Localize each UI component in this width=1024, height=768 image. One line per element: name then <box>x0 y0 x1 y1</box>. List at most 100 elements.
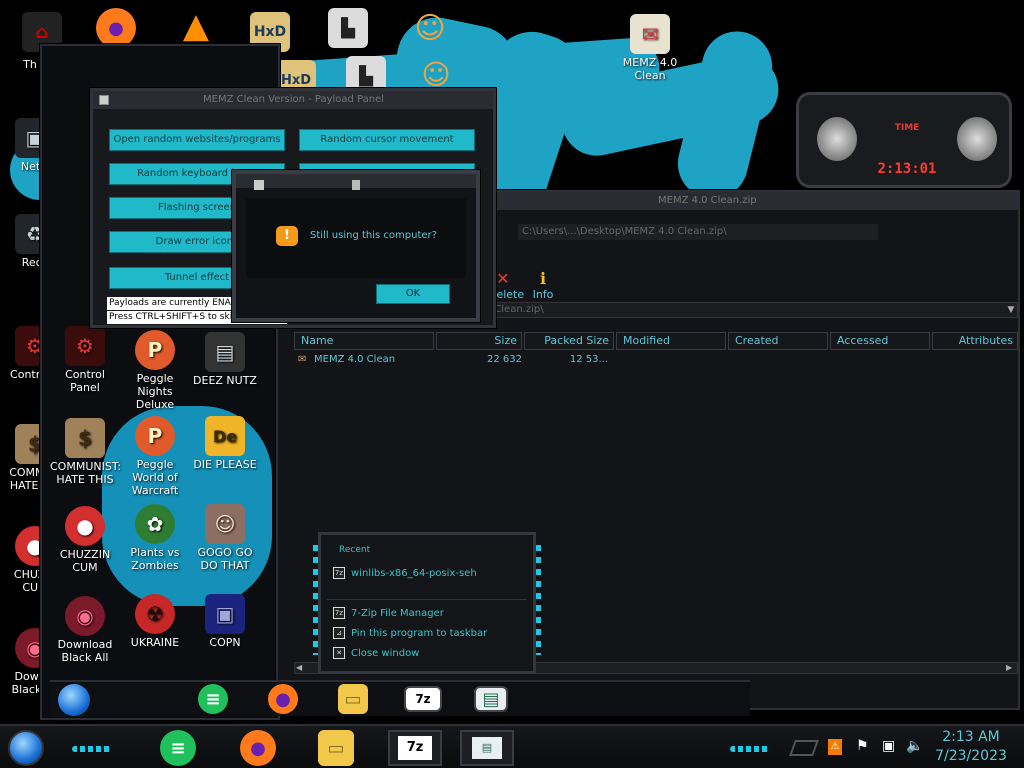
table-row[interactable]: ✉ MEMZ 4.0 Clean 22 632 12 53... <box>294 354 624 370</box>
dialog-body: ! Still using this computer? <box>246 198 466 278</box>
alien-icon-left <box>817 117 857 161</box>
ghost-firefox-icon: ● <box>268 684 298 714</box>
inner-icon-peggle-nights[interactable]: P Peggle Nights Deluxe <box>120 330 190 411</box>
column-header-accessed[interactable]: Accessed <box>830 332 930 350</box>
column-header-modified[interactable]: Modified <box>616 332 726 350</box>
taskbar-clock[interactable]: 2:13 AM 7/23/2023 <box>926 728 1016 766</box>
row-name: MEMZ 4.0 Clean <box>314 354 396 365</box>
jump-list-close-window[interactable]: ✕ Close window <box>333 645 419 663</box>
inner-icon-control-panel[interactable]: ⚙ Control Panel <box>50 326 120 394</box>
jump-list-side-left <box>313 545 318 655</box>
app-icon[interactable]: ▙ <box>328 8 368 48</box>
jump-list-divider <box>327 599 527 600</box>
column-header-size[interactable]: Size <box>436 332 522 350</box>
label: CHUZZIN CUM <box>59 548 111 574</box>
label: winlibs-x86_64-posix-seh <box>351 568 477 579</box>
column-header-packed-size[interactable]: Packed Size <box>524 332 614 350</box>
scroll-left-icon[interactable]: ◀ <box>296 663 302 672</box>
ghost-notes-icon: ≡ <box>198 684 228 714</box>
sevenzip-path-bar: C:\Users\...\Desktop\MEMZ 4.0 Clean.zip\ <box>518 224 878 240</box>
ghost-window-icon: ▤ <box>474 686 508 712</box>
network-icon[interactable]: ▣ <box>882 738 895 754</box>
clock-widget: TIME 2:13:01 <box>796 92 1012 188</box>
jump-list[interactable]: Recent 7z winlibs-x86_64-posix-seh 7z 7-Zi… <box>313 532 541 674</box>
row-size: 22 632 <box>487 354 522 365</box>
label: COMMUNIST: HATE THIS <box>50 460 122 486</box>
desktop-icon-memz[interactable]: ✉ MEMZ 4.0 Clean <box>610 14 690 82</box>
label: Peggle World of Warcraft <box>131 458 179 497</box>
dialog-icon <box>254 180 264 190</box>
chuzzle-icon: ● <box>65 506 105 546</box>
label: Plants vs Zombies <box>130 546 180 572</box>
inner-icon-ukraine[interactable]: ☢ UKRAINE <box>120 594 190 649</box>
label: DIE PLEASE <box>193 458 257 471</box>
app-icon: ▣ <box>205 594 245 634</box>
jump-list-pin[interactable]: ⊿ Pin this program to taskbar <box>333 625 487 643</box>
inner-icon-die-please[interactable]: De DIE PLEASE <box>190 416 260 471</box>
radiation-icon: ☢ <box>135 594 175 634</box>
still-using-dialog[interactable]: ! Still using this computer? OK <box>232 170 480 322</box>
alien-icon-right <box>957 117 997 161</box>
ghost-taskbar: ≡ ● ▭ 7z ▤ <box>50 680 750 716</box>
taskbar-window-button[interactable]: ▤ <box>460 730 514 766</box>
inner-icon-download-black[interactable]: ◉ Download Black All <box>50 596 120 664</box>
address-dropdown-icon[interactable]: ▼ <box>1004 302 1018 318</box>
label: COPN <box>209 636 241 649</box>
dialog-ok-button[interactable]: OK <box>376 284 450 304</box>
label: UKRAINE <box>130 636 180 649</box>
inner-icon-communist[interactable]: $ COMMUNIST: HATE THIS <box>50 418 122 486</box>
inner-icon-pvz[interactable]: ✿ Plants vs Zombies <box>120 504 190 572</box>
dialog-resize-handle[interactable] <box>352 180 360 190</box>
pin-icon: ⊿ <box>333 627 345 639</box>
taskbar-explorer-icon[interactable]: ▭ <box>318 730 354 766</box>
info-button[interactable]: ℹ Info <box>528 269 558 302</box>
taskbar-date: 7/23/2023 <box>935 748 1007 764</box>
flag-icon[interactable]: ⚑ <box>856 738 869 754</box>
column-header-created[interactable]: Created <box>728 332 828 350</box>
label: Peggle Nights Deluxe <box>135 372 175 411</box>
taskbar-time: 2:13 AM <box>942 729 1000 745</box>
show-desktop-icon[interactable] <box>789 740 819 756</box>
peggle-icon: P <box>135 330 175 370</box>
payload-open-websites-button[interactable]: Open random websites/programs <box>109 129 285 151</box>
label: Pin this program to taskbar <box>351 628 488 639</box>
7zip-icon: 7z <box>398 736 432 760</box>
window-icon <box>99 95 109 105</box>
column-header-attributes[interactable]: Attributes <box>932 332 1018 350</box>
notification-icon[interactable]: ⚠ <box>828 739 842 755</box>
payload-cursor-button[interactable]: Random cursor movement <box>299 129 475 151</box>
row-packed: 12 53... <box>569 354 608 365</box>
taskbar-notes-icon[interactable]: ≡ <box>160 730 196 766</box>
payload-panel-title: MEMZ Clean Version - Payload Panel <box>93 91 493 109</box>
column-header-name[interactable]: Name <box>294 332 434 350</box>
taskbar-7zip-button[interactable]: 7z <box>388 730 442 766</box>
firefox-icon[interactable]: ● <box>96 8 136 48</box>
start-button[interactable] <box>8 730 44 766</box>
label: GOGO GO DO THAT <box>197 546 253 572</box>
jump-list-recent-header: Recent <box>339 545 371 555</box>
info-icon: ℹ <box>539 269 547 288</box>
inner-icon-deez-nutz[interactable]: ▤ DEEZ NUTZ <box>190 332 260 387</box>
inner-icon-chuzzle[interactable]: ● CHUZZIN CUM <box>50 506 120 574</box>
inner-icon-peggle-wow[interactable]: P Peggle World of Warcraft <box>120 416 190 497</box>
ghost-start-orb <box>58 684 90 716</box>
inner-icon-copn[interactable]: ▣ COPN <box>190 594 260 649</box>
sevenzip-icon: 7z <box>333 607 345 619</box>
jump-list-open-7zip[interactable]: 7z 7-Zip File Manager <box>333 605 444 623</box>
scroll-right-icon[interactable]: ▶ <box>1006 663 1012 672</box>
inner-icon-gogo[interactable]: ☺ GOGO GO DO THAT <box>190 504 260 572</box>
file-icon: ✉ <box>298 354 307 365</box>
jump-list-recent-item[interactable]: 7z winlibs-x86_64-posix-seh <box>333 565 477 583</box>
desktop-icon-memz-label: MEMZ 4.0 Clean <box>622 56 678 82</box>
warning-icon: ! <box>276 226 298 246</box>
user-icon[interactable]: ☺ <box>410 8 450 48</box>
de-icon: De <box>205 416 245 456</box>
volume-icon[interactable]: 🔈 <box>906 738 923 754</box>
vlc-icon[interactable]: ▲ <box>176 6 216 46</box>
taskbar-firefox-icon[interactable]: ● <box>240 730 276 766</box>
black-all-icon: ◉ <box>65 596 105 636</box>
label: DEEZ NUTZ <box>193 374 257 387</box>
portrait-icon: ☺ <box>205 504 245 544</box>
dialog-message: Still using this computer? <box>310 230 437 241</box>
computer-icon: ▤ <box>205 332 245 372</box>
